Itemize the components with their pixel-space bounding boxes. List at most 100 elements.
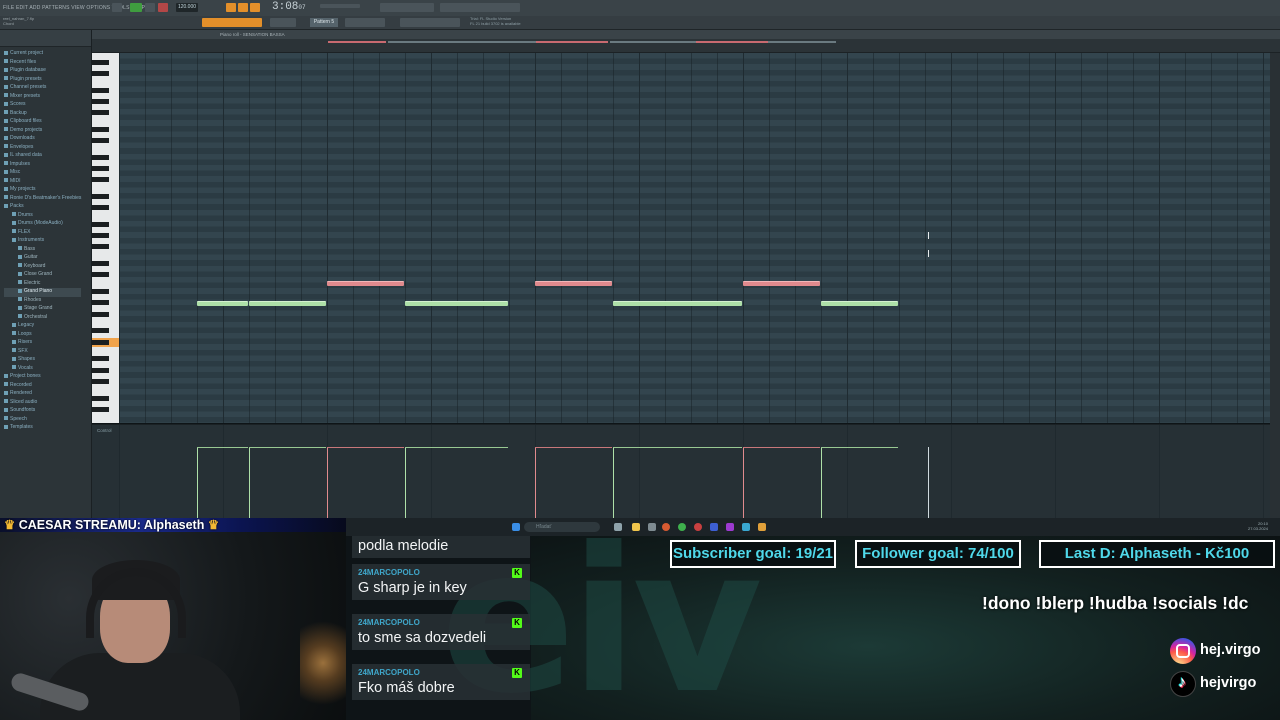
browser-item[interactable]: Plugin database <box>4 67 81 76</box>
black-key[interactable] <box>92 166 109 171</box>
vertical-scrollbar[interactable] <box>1270 53 1280 518</box>
browser-item[interactable]: Orchestral <box>4 314 81 323</box>
note[interactable] <box>743 281 820 286</box>
black-key[interactable] <box>92 328 109 334</box>
note[interactable] <box>197 301 248 306</box>
piano-roll-timeline[interactable] <box>92 39 1280 53</box>
browser-item[interactable]: Sliced audio <box>4 399 81 408</box>
black-key[interactable] <box>92 194 109 199</box>
browser-item[interactable]: Guitar <box>4 254 81 263</box>
browser-item[interactable]: Demo projects <box>4 127 81 136</box>
fl-studio-icon[interactable] <box>758 523 766 531</box>
velocity-bar[interactable] <box>249 447 250 519</box>
velocity-bar[interactable] <box>405 447 406 519</box>
browser-item[interactable]: Vocals <box>4 365 81 374</box>
browser-item[interactable]: Project bones <box>4 373 81 382</box>
browser-item[interactable]: Plugin presets <box>4 76 81 85</box>
stop-button[interactable] <box>145 3 155 12</box>
browser-item[interactable]: Instruments <box>4 237 81 246</box>
browser-item[interactable]: Misc <box>4 169 81 178</box>
browser-item[interactable]: Scores <box>4 101 81 110</box>
black-key[interactable] <box>92 272 109 278</box>
browser-item[interactable]: MIDI <box>4 178 81 187</box>
tempo-display[interactable]: 120.000 <box>176 3 198 12</box>
black-key[interactable] <box>92 395 109 401</box>
browser-item[interactable]: Ronie D's Beatmaker's Freebies <box>4 195 81 204</box>
browser-item[interactable]: Mixer presets <box>4 93 81 102</box>
black-key[interactable] <box>92 233 109 239</box>
browser-item[interactable]: SFX <box>4 348 81 357</box>
note[interactable] <box>327 281 404 286</box>
black-key[interactable] <box>92 244 109 250</box>
note[interactable] <box>821 301 898 306</box>
black-key[interactable] <box>92 378 109 384</box>
master-volume-slider[interactable] <box>320 4 360 8</box>
browser-item[interactable]: Shapes <box>4 356 81 365</box>
browser-item[interactable]: Stage Grand <box>4 305 81 314</box>
black-key[interactable] <box>92 177 109 183</box>
browser-item[interactable]: FLEX <box>4 229 81 238</box>
browser-item[interactable]: Legacy <box>4 322 81 331</box>
browser-item[interactable]: My projects <box>4 186 81 195</box>
pattern-tools[interactable] <box>345 18 385 27</box>
browser-item[interactable]: Downloads <box>4 135 81 144</box>
play-button[interactable] <box>130 3 142 12</box>
countdown-button[interactable] <box>250 3 260 12</box>
velocity-bar[interactable] <box>327 447 328 519</box>
piano-roll-titlebar[interactable]: Piano roll - SENSATION BASSA <box>92 30 1280 39</box>
browser-item[interactable]: Recorded <box>4 382 81 391</box>
browser-item[interactable]: Grand Piano <box>4 288 82 297</box>
browser-item[interactable]: IL shared data <box>4 152 81 161</box>
black-key[interactable] <box>92 154 109 160</box>
black-key[interactable] <box>92 289 109 295</box>
velocity-bar[interactable] <box>821 447 822 519</box>
browser-item[interactable]: Speech <box>4 416 81 425</box>
note[interactable] <box>249 301 326 306</box>
black-key[interactable] <box>92 205 109 211</box>
browser-item[interactable]: Templates <box>4 424 81 433</box>
black-key[interactable] <box>92 87 109 93</box>
taskbar-clock[interactable]: 20:10 27.03.2024 <box>1248 521 1268 531</box>
browser-item[interactable]: Channel presets <box>4 84 81 93</box>
playhead-marker[interactable] <box>928 226 933 257</box>
browser-item[interactable]: Clipboard files <box>4 118 81 127</box>
black-key[interactable] <box>92 138 109 143</box>
wait-input-button[interactable] <box>238 3 248 12</box>
black-key[interactable] <box>92 339 109 345</box>
browser-item[interactable]: Packs <box>4 203 81 212</box>
browser-item[interactable]: Envelopes <box>4 144 81 153</box>
metronome-button[interactable] <box>226 3 236 12</box>
browser-item[interactable]: Current project <box>4 50 81 59</box>
black-key[interactable] <box>92 59 109 65</box>
browser-item[interactable]: Impulses <box>4 161 81 170</box>
piano-keyboard[interactable] <box>92 53 119 423</box>
note[interactable] <box>613 301 742 306</box>
black-key[interactable] <box>92 98 109 104</box>
black-key[interactable] <box>92 70 109 76</box>
browser-item[interactable]: Soundfonts <box>4 407 81 416</box>
piano-roll-grid[interactable] <box>119 53 1270 423</box>
browser-item[interactable]: Loops <box>4 331 81 340</box>
browser-item[interactable]: Drums (ModeAudio) <box>4 220 81 229</box>
snap-tools[interactable] <box>202 18 262 27</box>
note[interactable] <box>405 301 508 306</box>
velocity-bar[interactable] <box>197 447 198 519</box>
black-key[interactable] <box>92 222 109 227</box>
black-key[interactable] <box>92 126 109 132</box>
pattern-song-toggle[interactable] <box>112 3 122 12</box>
browser-item[interactable]: Rendered <box>4 390 81 399</box>
browser-item[interactable]: Bass <box>4 246 81 255</box>
black-key[interactable] <box>92 261 109 267</box>
browser-item[interactable]: Close Grand <box>4 271 81 280</box>
black-key[interactable] <box>92 300 109 306</box>
browser-item[interactable]: Drums <box>4 212 81 221</box>
main-menu[interactable]: FILE EDIT ADD PATTERNS VIEW OPTIONS TOOL… <box>3 5 145 11</box>
black-key[interactable] <box>92 406 109 412</box>
pattern-selector[interactable]: Pattern 5 <box>310 18 338 27</box>
browser-item[interactable]: Recent files <box>4 59 81 68</box>
note[interactable] <box>535 281 612 286</box>
black-key[interactable] <box>92 356 109 362</box>
black-key[interactable] <box>92 311 109 317</box>
browser-header[interactable] <box>0 30 91 47</box>
window-buttons[interactable] <box>400 18 460 27</box>
